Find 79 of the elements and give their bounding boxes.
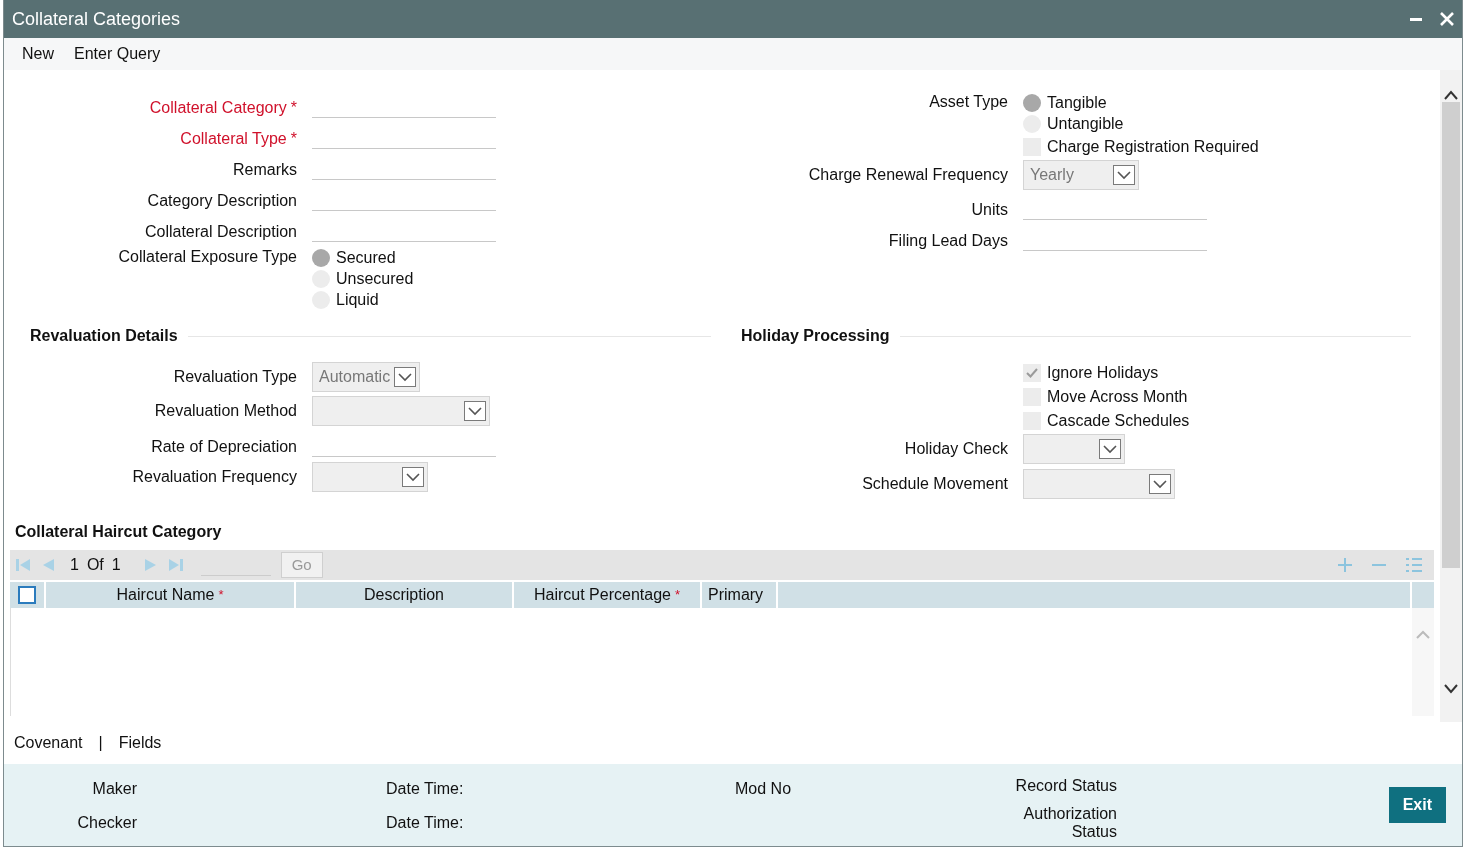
chevron-down-icon — [1099, 439, 1121, 459]
add-icon[interactable] — [1338, 558, 1352, 572]
field-label: Charge Renewal Frequency — [808, 166, 1008, 183]
section-title: Collateral Haircut Category — [14, 522, 223, 542]
audit-label: Maker — [92, 779, 137, 799]
radio-button[interactable] — [1023, 93, 1041, 112]
field-label: Schedule Movement — [862, 475, 1008, 492]
link-separator: | — [98, 733, 103, 753]
required-mark: * — [290, 99, 297, 116]
window-title: Collateral Categories — [12, 7, 181, 31]
radio-button[interactable] — [312, 248, 330, 267]
audit-label: Checker — [77, 813, 137, 833]
checkbox-label: Ignore Holidays — [1047, 362, 1159, 383]
field-label: Revaluation Frequency — [132, 468, 297, 485]
chevron-down-icon — [1113, 165, 1135, 185]
field-label: Asset Type — [929, 93, 1008, 110]
column-header[interactable]: Haircut Percentage * — [514, 582, 702, 608]
field-label: Filing Lead Days — [888, 232, 1008, 249]
chevron-down-icon — [464, 401, 486, 421]
dropdown[interactable] — [312, 462, 428, 492]
dropdown[interactable]: Yearly — [1023, 160, 1139, 190]
dropdown[interactable] — [1023, 469, 1175, 499]
column-header[interactable]: Primary — [702, 582, 778, 608]
menu-item[interactable]: New — [12, 42, 64, 66]
option-label: Untangible — [1047, 113, 1124, 134]
dropdown[interactable]: Automatic — [312, 362, 420, 392]
dropdown[interactable] — [312, 396, 490, 426]
next-page-icon[interactable] — [144, 558, 157, 572]
page-of-label: Of — [86, 555, 104, 575]
chevron-down-icon — [402, 467, 424, 487]
required-mark: * — [290, 130, 297, 147]
option-label: Unsecured — [336, 268, 414, 289]
previous-page-icon[interactable] — [42, 558, 54, 572]
check-icon — [1026, 367, 1038, 378]
scrollbar[interactable] — [1440, 70, 1462, 722]
option-label: Liquid — [336, 289, 379, 310]
column-header[interactable]: Haircut Name * — [46, 582, 296, 608]
audit-label: Record Status — [1015, 777, 1117, 795]
scrollbar-thumb[interactable] — [1442, 102, 1460, 568]
field-label: Units — [971, 201, 1008, 218]
section-title: Revaluation Details — [30, 326, 178, 346]
footer-link[interactable]: Fields — [118, 731, 162, 755]
audit-label: Date Time: — [386, 813, 465, 833]
page-number: 1 — [70, 555, 79, 575]
field-label: Revaluation Method — [154, 402, 297, 419]
last-page-icon[interactable] — [168, 558, 183, 572]
option-label: Secured — [336, 247, 396, 268]
field-label: Collateral Type — [180, 130, 287, 147]
page-total: 1 — [111, 555, 121, 575]
chevron-down-icon — [1149, 474, 1171, 494]
scroll-down-icon[interactable] — [1444, 684, 1458, 694]
first-page-icon[interactable] — [16, 558, 30, 572]
field-label: Category Description — [147, 192, 297, 209]
checkbox-label: Cascade Schedules — [1047, 410, 1190, 431]
checkbox[interactable] — [1023, 363, 1041, 382]
dropdown[interactable] — [1023, 434, 1125, 464]
audit-label: Authorization Status — [1022, 805, 1117, 841]
audit-label: Date Time: — [386, 779, 465, 799]
checkbox-label: Charge Registration Required — [1047, 136, 1259, 157]
field-label: Collateral Description — [144, 223, 297, 240]
exit-button[interactable]: Exit — [1388, 787, 1446, 823]
menu-item[interactable]: Enter Query — [64, 42, 171, 66]
close-icon[interactable] — [1440, 12, 1454, 26]
audit-label: Mod No — [735, 779, 793, 799]
list-icon[interactable] — [1406, 558, 1422, 572]
field-label: Collateral Category — [149, 99, 287, 116]
field-label: Remarks — [233, 161, 297, 178]
field-label: Holiday Check — [904, 440, 1008, 457]
chevron-down-icon — [394, 367, 416, 387]
footer-link[interactable]: Covenant — [14, 731, 83, 755]
field-label: Collateral Exposure Type — [118, 248, 297, 265]
scroll-up-icon[interactable] — [1444, 90, 1458, 100]
select-all-checkbox[interactable] — [18, 586, 36, 604]
option-label: Tangible — [1047, 92, 1107, 113]
field-label: Rate of Depreciation — [151, 438, 297, 455]
field-label: Revaluation Type — [173, 368, 297, 385]
column-header[interactable]: Description — [296, 582, 514, 608]
section-title: Holiday Processing — [741, 326, 890, 346]
checkbox-label: Move Across Month — [1047, 386, 1188, 407]
